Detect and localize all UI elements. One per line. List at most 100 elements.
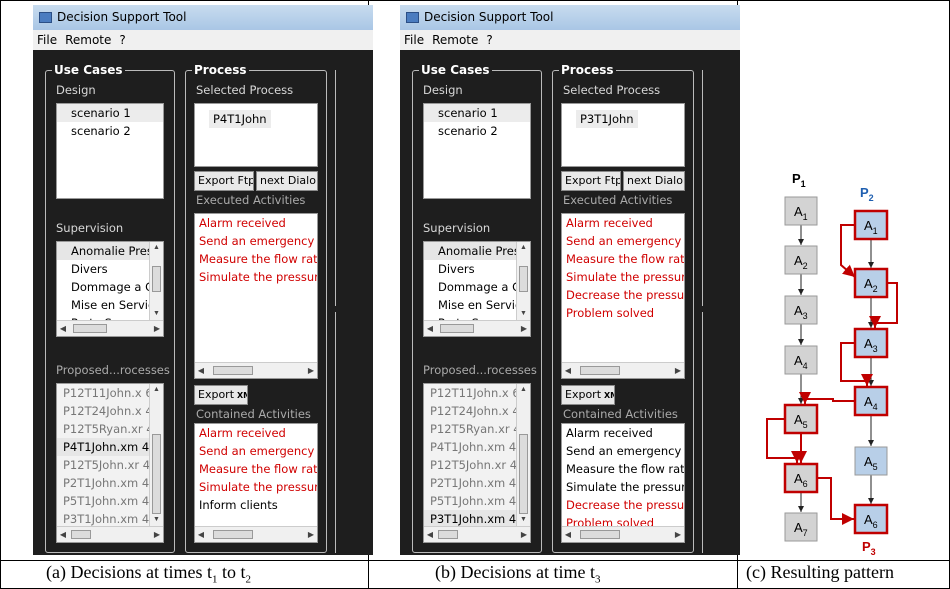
supervision-item[interactable]: Mise en Servic <box>57 296 163 314</box>
supervision-list[interactable]: Anomalie Pres Divers Dommage a C Mise en Se… <box>56 241 164 337</box>
horizontal-scrollbar[interactable]: ◀ ▶ <box>424 320 530 336</box>
scroll-thumb[interactable] <box>580 366 620 375</box>
horizontal-scrollbar[interactable]: ◀ ▶ <box>562 526 684 542</box>
scroll-right-icon[interactable]: ▶ <box>518 527 530 542</box>
scroll-thumb[interactable] <box>152 266 161 292</box>
supervision-item[interactable]: Divers <box>424 260 530 278</box>
scroll-left-icon[interactable]: ◀ <box>562 363 574 378</box>
contained-activity-item[interactable]: Decrease the pressure <box>562 496 684 514</box>
contained-activities-list[interactable]: Alarm received Send an emergency te Measur… <box>561 423 685 543</box>
contained-activity-item[interactable]: Send an emergency te <box>195 442 317 460</box>
scroll-right-icon[interactable]: ▶ <box>672 363 684 378</box>
scroll-right-icon[interactable]: ▶ <box>518 321 530 336</box>
scroll-thumb[interactable] <box>580 530 620 539</box>
vertical-scrollbar[interactable]: ▲ ▼ <box>516 384 530 526</box>
proposed-process-item[interactable]: P5T1John.xm 4 <box>424 492 530 510</box>
supervision-item[interactable]: Anomalie Pres <box>57 242 163 260</box>
contained-activity-item[interactable]: Measure the flow rate <box>195 460 317 478</box>
supervision-list[interactable]: Anomalie Pres Divers Dommage a C Mise en Se… <box>423 241 531 337</box>
scroll-up-icon[interactable]: ▲ <box>517 384 530 396</box>
next-dialog-button[interactable]: next Dialo <box>623 171 685 191</box>
executed-activity-item[interactable]: Alarm received <box>195 214 317 232</box>
executed-activity-item[interactable]: Simulate the pressure <box>562 268 684 286</box>
scroll-left-icon[interactable]: ◀ <box>424 321 436 336</box>
supervision-item[interactable]: Divers <box>57 260 163 278</box>
proposed-process-item[interactable]: P12T5John.xr 4 <box>57 456 163 474</box>
proposed-process-item[interactable]: P2T1John.xm 4 <box>57 474 163 492</box>
contained-activity-item[interactable]: Simulate the pressure <box>562 478 684 496</box>
scroll-right-icon[interactable]: ▶ <box>151 321 163 336</box>
scroll-up-icon[interactable]: ▲ <box>517 242 530 254</box>
scroll-down-icon[interactable]: ▼ <box>517 308 530 320</box>
proposed-processes-list[interactable]: P12T11John.x 6 P12T24John.x 4 P12T5Ryan.xr… <box>423 383 531 543</box>
menu-help[interactable]: ? <box>119 33 125 47</box>
export-ftp-button[interactable]: Export Ftp <box>561 171 621 191</box>
design-item[interactable]: scenario 2 <box>57 122 163 140</box>
scroll-left-icon[interactable]: ◀ <box>195 527 207 542</box>
design-item[interactable]: scenario 1 <box>57 104 163 122</box>
menu-file[interactable]: File <box>37 33 57 47</box>
proposed-process-item[interactable]: P4T1John.xm 4 <box>424 438 530 456</box>
contained-activity-item[interactable]: Simulate the pressure <box>195 478 317 496</box>
selected-process-box[interactable]: P4T1John <box>194 103 318 167</box>
horizontal-scrollbar[interactable]: ◀ ▶ <box>57 526 163 542</box>
export-xmi-button[interactable]: ExportXMI <box>561 385 615 405</box>
selected-process-value[interactable]: P4T1John <box>209 110 271 128</box>
scroll-left-icon[interactable]: ◀ <box>424 527 436 542</box>
export-xmi-button[interactable]: ExportXMI <box>194 385 248 405</box>
proposed-process-item[interactable]: P4T1John.xm 4 <box>57 438 163 456</box>
scroll-right-icon[interactable]: ▶ <box>305 363 317 378</box>
scroll-up-icon[interactable]: ▲ <box>150 384 163 396</box>
contained-activity-item[interactable]: Alarm received <box>562 424 684 442</box>
supervision-item[interactable]: Dommage a C <box>57 278 163 296</box>
horizontal-scrollbar[interactable]: ◀ ▶ <box>195 362 317 378</box>
proposed-process-item[interactable]: P12T24John.x 4 <box>424 402 530 420</box>
horizontal-scrollbar[interactable]: ◀ ▶ <box>562 362 684 378</box>
executed-activity-item[interactable]: Decrease the pressure <box>562 286 684 304</box>
scroll-left-icon[interactable]: ◀ <box>57 321 69 336</box>
executed-activity-item[interactable]: Problem solved <box>562 304 684 322</box>
menu-help[interactable]: ? <box>486 33 492 47</box>
proposed-process-item[interactable]: P12T11John.x 6 <box>57 384 163 402</box>
proposed-process-item[interactable]: P12T5John.xr 4 <box>424 456 530 474</box>
scroll-thumb[interactable] <box>519 266 528 292</box>
scroll-up-icon[interactable]: ▲ <box>150 242 163 254</box>
export-ftp-button[interactable]: Export Ftp <box>194 171 254 191</box>
menu-file[interactable]: File <box>404 33 424 47</box>
scroll-thumb[interactable] <box>438 530 458 539</box>
proposed-process-item[interactable]: P5T1John.xm 4 <box>57 492 163 510</box>
scroll-thumb[interactable] <box>73 324 107 333</box>
proposed-process-item[interactable]: P12T11John.x 6 <box>424 384 530 402</box>
scroll-down-icon[interactable]: ▼ <box>150 514 163 526</box>
scroll-left-icon[interactable]: ◀ <box>57 527 69 542</box>
scroll-thumb[interactable] <box>213 530 253 539</box>
scroll-left-icon[interactable]: ◀ <box>195 363 207 378</box>
supervision-item[interactable]: Mise en Servic <box>424 296 530 314</box>
executed-activities-list[interactable]: Alarm received Send an emergency te Measur… <box>561 213 685 379</box>
proposed-process-item[interactable]: P12T24John.x 4 <box>57 402 163 420</box>
contained-activity-item[interactable]: Send an emergency te <box>562 442 684 460</box>
scroll-thumb[interactable] <box>213 366 253 375</box>
executed-activities-list[interactable]: Alarm received Send an emergency te Measur… <box>194 213 318 379</box>
supervision-item[interactable]: Dommage a C <box>424 278 530 296</box>
proposed-process-item[interactable]: P12T5Ryan.xr 4 <box>57 420 163 438</box>
executed-activity-item[interactable]: Send an emergency te <box>195 232 317 250</box>
supervision-item[interactable]: Anomalie Pres <box>424 242 530 260</box>
scroll-right-icon[interactable]: ▶ <box>305 527 317 542</box>
selected-process-value[interactable]: P3T1John <box>576 110 638 128</box>
scroll-right-icon[interactable]: ▶ <box>672 527 684 542</box>
design-item[interactable]: scenario 1 <box>424 104 530 122</box>
scroll-down-icon[interactable]: ▼ <box>517 514 530 526</box>
executed-activity-item[interactable]: Measure the flow rate <box>195 250 317 268</box>
contained-activity-item[interactable]: Alarm received <box>195 424 317 442</box>
vertical-scrollbar[interactable]: ▲ ▼ <box>149 384 163 526</box>
scroll-thumb[interactable] <box>152 434 161 514</box>
scroll-left-icon[interactable]: ◀ <box>562 527 574 542</box>
horizontal-scrollbar[interactable]: ◀ ▶ <box>57 320 163 336</box>
scroll-right-icon[interactable]: ▶ <box>151 527 163 542</box>
scroll-down-icon[interactable]: ▼ <box>150 308 163 320</box>
executed-activity-item[interactable]: Send an emergency te <box>562 232 684 250</box>
menu-remote[interactable]: Remote <box>65 33 111 47</box>
executed-activity-item[interactable]: Simulate the pressure <box>195 268 317 286</box>
horizontal-scrollbar[interactable]: ◀ ▶ <box>424 526 530 542</box>
